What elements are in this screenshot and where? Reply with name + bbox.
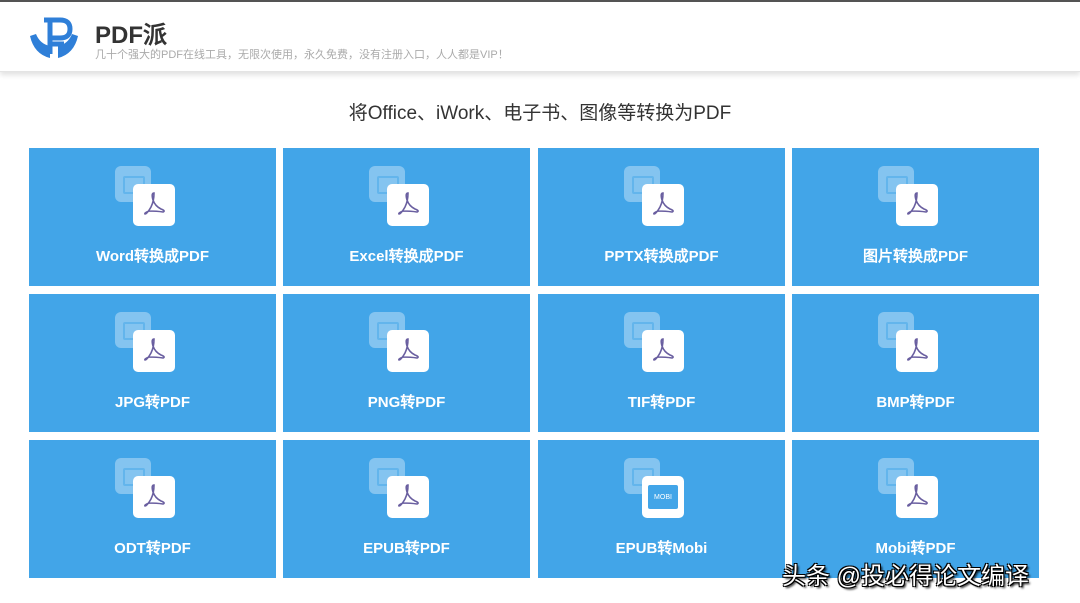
- target-format-icon: [896, 184, 938, 226]
- pdf-acrobat-icon: [141, 190, 167, 221]
- section-title: 将Office、iWork、电子书、图像等转换为PDF: [0, 98, 1080, 125]
- mobi-badge: MOBI: [648, 485, 678, 509]
- target-format-icon: [387, 330, 429, 372]
- pdf-acrobat-icon: [395, 482, 421, 513]
- tool-tile[interactable]: Word转换成PDF: [29, 148, 276, 286]
- site-header: PDF派 几十个强大的PDF在线工具，无限次使用，永久免费，没有注册入口，人人都…: [0, 2, 1080, 72]
- pdf-acrobat-icon: [904, 336, 930, 367]
- target-format-icon: [642, 184, 684, 226]
- pdf-acrobat-icon: [395, 336, 421, 367]
- tool-tile[interactable]: BMP转PDF: [792, 294, 1039, 432]
- target-format-icon: [642, 330, 684, 372]
- tool-label: TIF转PDF: [538, 391, 785, 412]
- pdf-acrobat-icon: [650, 190, 676, 221]
- tool-tile[interactable]: 图片转换成PDF: [792, 148, 1039, 286]
- pdf-acrobat-icon: [395, 190, 421, 221]
- tool-tile[interactable]: JPG转PDF: [29, 294, 276, 432]
- target-format-icon: [896, 476, 938, 518]
- tool-tile[interactable]: TIF转PDF: [538, 294, 785, 432]
- tool-label: 图片转换成PDF: [792, 245, 1039, 266]
- pdf-acrobat-icon: [141, 482, 167, 513]
- tool-label: JPG转PDF: [29, 391, 276, 412]
- tool-tile[interactable]: ODT转PDF: [29, 440, 276, 578]
- tool-label: EPUB转Mobi: [538, 537, 785, 558]
- target-format-icon: [387, 476, 429, 518]
- target-format-icon: [896, 330, 938, 372]
- target-format-icon: [133, 330, 175, 372]
- tool-label: PPTX转换成PDF: [538, 245, 785, 266]
- tool-tile[interactable]: Excel转换成PDF: [283, 148, 530, 286]
- tool-tile[interactable]: PNG转PDF: [283, 294, 530, 432]
- target-format-icon: [133, 476, 175, 518]
- pdfpai-logo[interactable]: [28, 16, 80, 60]
- pdf-acrobat-icon: [904, 482, 930, 513]
- tool-label: EPUB转PDF: [283, 537, 530, 558]
- target-format-icon: MOBI: [642, 476, 684, 518]
- tool-label: Mobi转PDF: [792, 537, 1039, 558]
- tool-label: BMP转PDF: [792, 391, 1039, 412]
- target-format-icon: [133, 184, 175, 226]
- watermark: 头条 @投必得论文编译: [782, 556, 1029, 591]
- tool-tile[interactable]: EPUB转PDF: [283, 440, 530, 578]
- tool-label: ODT转PDF: [29, 537, 276, 558]
- tool-tile[interactable]: PPTX转换成PDF: [538, 148, 785, 286]
- pdf-acrobat-icon: [141, 336, 167, 367]
- target-format-icon: [387, 184, 429, 226]
- brand-name[interactable]: PDF派: [95, 15, 167, 50]
- tool-label: Excel转换成PDF: [283, 245, 530, 266]
- tool-label: PNG转PDF: [283, 391, 530, 412]
- tool-label: Word转换成PDF: [29, 245, 276, 266]
- pdf-acrobat-icon: [904, 190, 930, 221]
- pdf-acrobat-icon: [650, 336, 676, 367]
- slogan: 几十个强大的PDF在线工具，无限次使用，永久免费，没有注册入口，人人都是VIP！: [95, 46, 509, 62]
- tool-tile[interactable]: MOBI EPUB转Mobi: [538, 440, 785, 578]
